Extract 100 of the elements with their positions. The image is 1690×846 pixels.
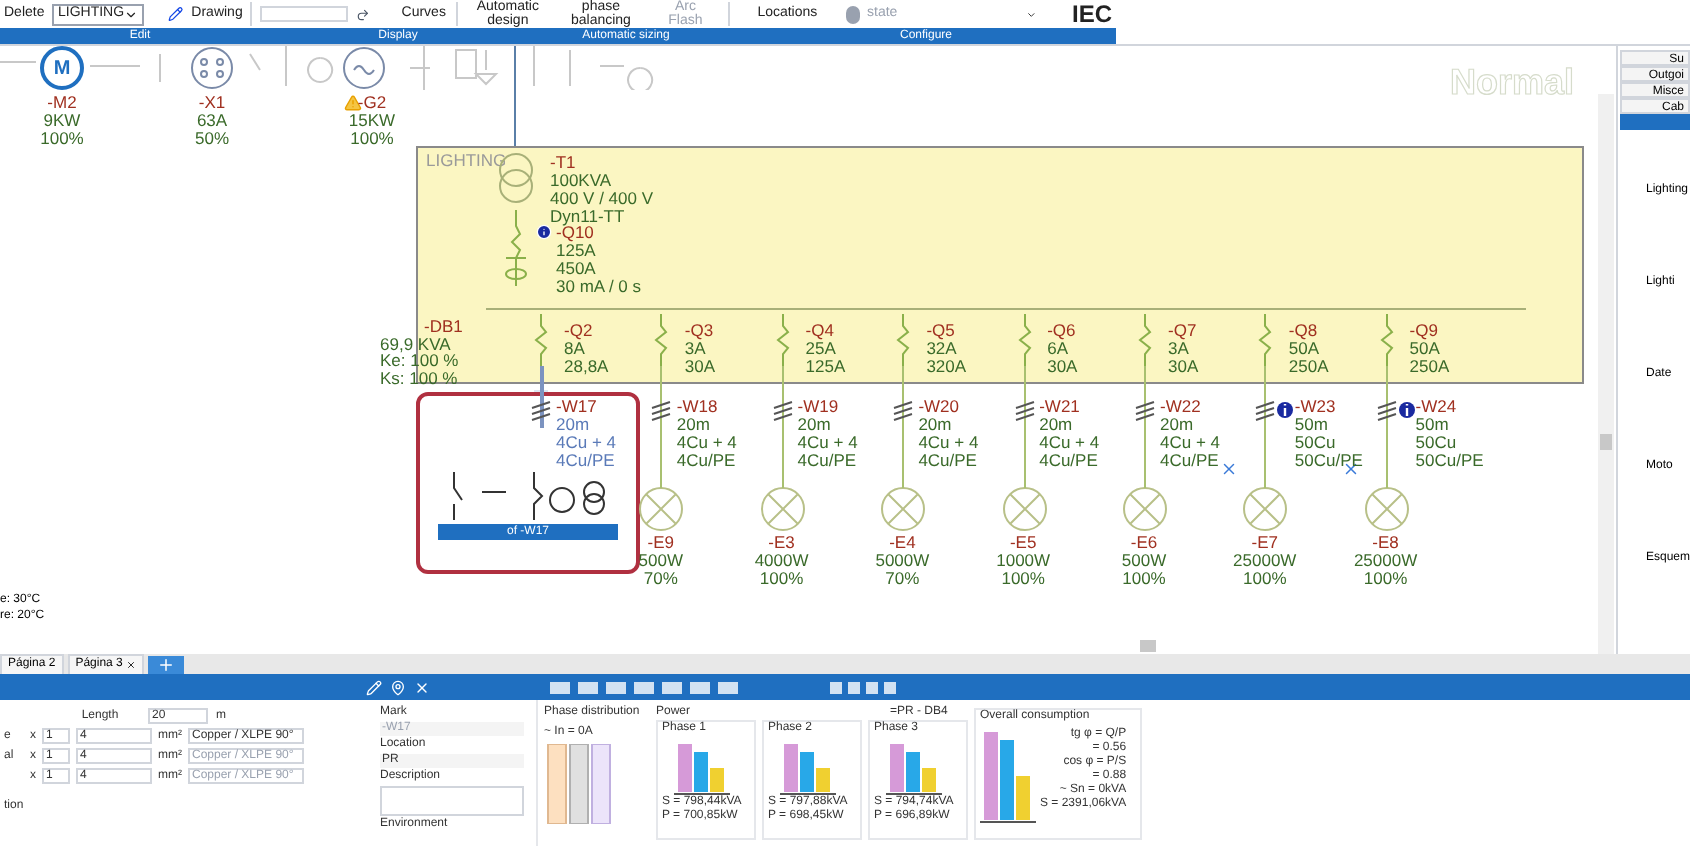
transformer-spec: 400 V / 400 V xyxy=(550,190,654,208)
breaker-mark: -Q3 xyxy=(684,322,716,340)
load-mark: -E4 xyxy=(889,534,916,552)
breaker-spec: 30A xyxy=(1047,358,1078,376)
cable-spec: 4Cu/PE xyxy=(797,452,858,470)
description-field[interactable] xyxy=(380,786,524,816)
breaker-icon[interactable] xyxy=(654,308,669,366)
load-power: 5000W xyxy=(875,552,930,570)
cable-spec: 20m xyxy=(556,416,592,434)
cable-spec: 4Cu/PE xyxy=(676,452,737,470)
bar-chart-drawing xyxy=(980,728,1036,824)
bar-chart-drawing xyxy=(674,740,730,796)
transformer-spec: 100KVA xyxy=(550,172,614,190)
breaker-spec: 50A xyxy=(1409,340,1442,358)
load-percent: 100% xyxy=(1001,570,1045,588)
scrollbar[interactable] xyxy=(1598,94,1614,654)
breaker-spec: 32A xyxy=(926,340,959,358)
breaker-mark: -Q7 xyxy=(1168,322,1199,340)
bar-chart-drawing xyxy=(886,740,942,796)
lamp-icon[interactable] xyxy=(638,486,685,532)
breaker-icon[interactable] xyxy=(775,308,790,366)
text-field[interactable] xyxy=(260,6,348,22)
load-mark: -E8 xyxy=(1372,534,1399,552)
breaker-icon[interactable] xyxy=(1258,308,1273,366)
load-power: 1000W xyxy=(996,552,1051,570)
feed-line xyxy=(514,46,516,150)
location-icon[interactable] xyxy=(390,679,406,695)
cable-mark: -W18 xyxy=(676,398,720,416)
load-percent: 100% xyxy=(350,130,394,148)
board-title: LIGHTING xyxy=(426,152,507,170)
caret-icon[interactable] xyxy=(124,7,139,21)
breaker-spec: 250A xyxy=(1409,358,1450,376)
toolbar-icons-drawing[interactable] xyxy=(550,681,740,693)
load-percent: 100% xyxy=(1363,570,1408,588)
curve-icon[interactable] xyxy=(355,5,370,23)
cable-spec: 50m xyxy=(1294,416,1330,434)
load-percent: 70% xyxy=(885,570,920,588)
breaker-mark: -Q8 xyxy=(1288,322,1320,340)
breaker-icon[interactable] xyxy=(1379,308,1394,366)
cable-spec: 20m xyxy=(1039,416,1075,434)
board-mark: -DB1 xyxy=(422,318,463,335)
load-power: 63A xyxy=(196,112,228,130)
scroll-thumb[interactable] xyxy=(1140,640,1156,652)
breaker-icon[interactable] xyxy=(1138,308,1152,366)
socket-icon[interactable] xyxy=(190,46,234,90)
breaker-mark: -Q2 xyxy=(564,322,595,340)
breaker-spec: 250A xyxy=(1288,358,1329,376)
cable-spec: 4Cu/PE xyxy=(918,452,979,470)
cable-spec: 50Cu xyxy=(1294,434,1338,452)
load-percent: 100% xyxy=(759,570,804,588)
pencil-icon[interactable] xyxy=(168,4,184,24)
cable-spec: 20m xyxy=(918,416,954,434)
transformer-spec: Dyn11-TT xyxy=(550,208,627,226)
breaker-spec: 30A xyxy=(1168,358,1199,376)
breaker-spec: 8A xyxy=(564,340,585,358)
breaker-spec: 30 mA / 0 s xyxy=(556,278,642,296)
load-mark: -E5 xyxy=(1009,534,1037,552)
cable-mark: -W17 xyxy=(556,398,599,416)
load-mark: -E3 xyxy=(768,534,795,552)
cable-spec: 4Cu + 4 xyxy=(676,434,737,452)
scroll-thumb[interactable] xyxy=(1600,434,1612,450)
breaker-mark: -Q5 xyxy=(926,322,957,340)
state-icon[interactable] xyxy=(845,5,859,23)
main-breaker-icon[interactable] xyxy=(502,210,530,286)
breaker-spec: 30A xyxy=(684,358,716,376)
cable-spec: 20m xyxy=(1160,416,1196,434)
breaker-icon[interactable] xyxy=(534,308,548,366)
cable-mark: -W19 xyxy=(797,398,841,416)
add-page-icon[interactable] xyxy=(148,655,185,673)
breaker-spec: 25A xyxy=(805,340,838,358)
cable-mark: -W24 xyxy=(1415,398,1459,416)
cable-spec: 50m xyxy=(1415,416,1451,434)
breaker-spec: 125A xyxy=(805,358,846,376)
cable-mark: -W20 xyxy=(918,398,961,416)
cable-spec: 4Cu + 4 xyxy=(1160,434,1221,452)
breaker-mark: -Q9 xyxy=(1409,322,1440,340)
motor-icon[interactable]: M xyxy=(40,46,84,90)
load-percent: 50% xyxy=(194,130,229,148)
generator-icon[interactable] xyxy=(342,46,386,90)
transformer-mark: -T1 xyxy=(550,154,578,172)
breaker-icon[interactable] xyxy=(896,308,911,366)
breaker-spec: 320A xyxy=(926,358,967,376)
load-mark: -E7 xyxy=(1251,534,1278,552)
load-power: 15KW xyxy=(348,112,396,130)
load-power: 500W xyxy=(1121,552,1167,570)
cable-spec: 4Cu + 4 xyxy=(797,434,858,452)
close-icon[interactable] xyxy=(414,679,430,695)
breaker-mark: -Q6 xyxy=(1047,322,1078,340)
breaker-mark: -Q10 xyxy=(556,224,594,242)
load-mark: -E6 xyxy=(1130,534,1158,552)
load-mark: -E9 xyxy=(647,534,674,552)
load-percent: 100% xyxy=(1243,570,1287,588)
breaker-icon[interactable] xyxy=(1017,308,1032,366)
toolbar-icons-drawing[interactable] xyxy=(830,681,900,693)
cable-spec: 4Cu/PE xyxy=(1160,452,1221,470)
cable-spec: 4Cu/PE xyxy=(1039,452,1100,470)
cable-spec: 20m xyxy=(676,416,712,434)
cable-mark: -W22 xyxy=(1160,398,1203,416)
breaker-spec: 6A xyxy=(1047,340,1068,358)
board-spec: 69,9 KVA xyxy=(380,335,451,352)
